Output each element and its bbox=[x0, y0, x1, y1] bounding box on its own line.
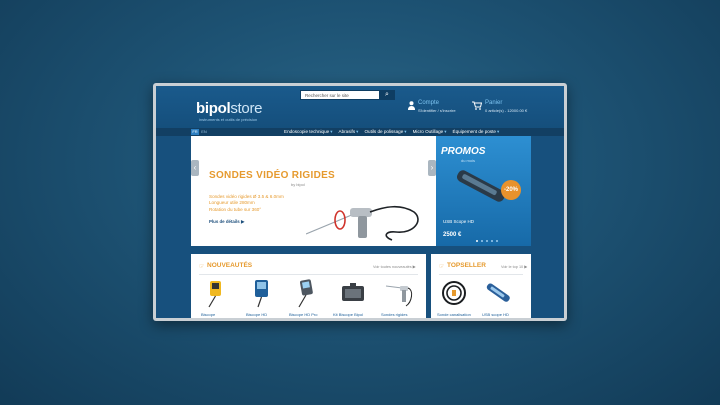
search-button[interactable]: ⌕ bbox=[379, 90, 395, 100]
slide-title: SONDES VIDÉO RIGIDES bbox=[209, 170, 336, 181]
slide-description: Sondes vidéo rigides Ø 3.5 & 6.0mm Longu… bbox=[209, 194, 284, 212]
account-sub[interactable]: S'identifier / s'inscrire bbox=[418, 108, 456, 113]
hand-icon: ☞ bbox=[199, 264, 205, 270]
promo-subtitle: du mois bbox=[461, 158, 476, 163]
hero-slider[interactable]: SONDES VIDÉO RIGIDES by bipol Sondes vid… bbox=[191, 136, 436, 246]
news-see-all-link[interactable]: Voir toutes nouveautés ▶ bbox=[373, 264, 416, 269]
promo-product-name[interactable]: USB Scope HD bbox=[443, 219, 474, 224]
pagination-dot[interactable] bbox=[486, 240, 488, 242]
monitor-frame: Rechercher sur le site ⌕ bipolstore inst… bbox=[153, 83, 567, 321]
divider bbox=[439, 274, 523, 275]
chevron-down-icon: ▾ bbox=[496, 129, 500, 134]
chevron-down-icon: ▾ bbox=[356, 129, 359, 134]
chevron-right-icon: › bbox=[430, 163, 434, 172]
user-icon bbox=[408, 101, 415, 110]
product-label[interactable]: Biscope HD Pro bbox=[289, 312, 317, 317]
product-label[interactable]: Biscope bbox=[201, 312, 215, 317]
product-image[interactable] bbox=[384, 278, 414, 308]
product-image[interactable] bbox=[246, 278, 276, 308]
pagination-dot[interactable] bbox=[476, 240, 478, 242]
news-title: NOUVEAUTÉS bbox=[207, 262, 253, 269]
slide-details-link[interactable]: Plus de détails ▶ bbox=[209, 219, 244, 225]
product-label[interactable]: Sonde canalisation bbox=[437, 312, 471, 317]
pagination-dot[interactable] bbox=[481, 240, 483, 242]
discount-badge: -20% bbox=[501, 180, 521, 200]
nav-endoscopie[interactable]: Endoscopie technique▾ bbox=[281, 128, 336, 136]
chevron-down-icon: ▾ bbox=[444, 129, 447, 134]
nav-equipement[interactable]: Équipement de poste▾ bbox=[450, 128, 503, 136]
main-nav: FR EN Endoscopie technique▾ Abrasifs▾ Ou… bbox=[156, 128, 564, 136]
promo-panel[interactable]: PROMOS du mois -20% USB Scope HD 2500 € bbox=[436, 136, 531, 246]
topseller-see-all-link[interactable]: Voir le top 10 ▶ bbox=[501, 264, 527, 269]
slide-brand: by bipol bbox=[291, 182, 305, 187]
nav-polissage[interactable]: Outils de polissage▾ bbox=[361, 128, 409, 136]
promo-pagination bbox=[476, 240, 498, 242]
product-image[interactable] bbox=[201, 278, 231, 308]
product-image[interactable] bbox=[291, 278, 321, 308]
slider-next-button[interactable]: › bbox=[428, 160, 436, 176]
rigid-probe-image bbox=[306, 205, 419, 241]
site-header: Rechercher sur le site ⌕ bipolstore inst… bbox=[156, 86, 564, 128]
news-panel: ☞ NOUVEAUTÉS Voir toutes nouveautés ▶ Bi… bbox=[191, 254, 426, 318]
promo-price: 2500 € bbox=[443, 232, 462, 238]
website: Rechercher sur le site ⌕ bipolstore inst… bbox=[156, 86, 564, 318]
lang-fr[interactable]: FR bbox=[191, 129, 199, 135]
nav-abrasifs[interactable]: Abrasifs▾ bbox=[336, 128, 362, 136]
topseller-title: TOPSELLER bbox=[447, 262, 486, 269]
search-icon: ⌕ bbox=[385, 91, 389, 98]
product-label[interactable]: Biscope HD bbox=[246, 312, 267, 317]
tagline: instruments et outils de précision bbox=[199, 117, 258, 122]
pagination-dot[interactable] bbox=[496, 240, 498, 242]
hand-icon: ☞ bbox=[439, 264, 445, 270]
lang-en[interactable]: EN bbox=[200, 129, 208, 135]
topseller-panel: ☞ TOPSELLER Voir le top 10 ▶ Sonde canal… bbox=[431, 254, 531, 318]
account-link[interactable]: Compte bbox=[418, 100, 439, 106]
product-image[interactable] bbox=[338, 278, 368, 308]
slider-prev-button[interactable]: ‹ bbox=[191, 160, 199, 176]
divider bbox=[199, 274, 418, 275]
cart-link[interactable]: Panier bbox=[485, 100, 502, 106]
nav-micro-outillage[interactable]: Micro Outillage▾ bbox=[410, 128, 450, 136]
product-image[interactable] bbox=[483, 278, 513, 308]
promo-title: PROMOS bbox=[441, 146, 486, 157]
chevron-down-icon: ▾ bbox=[330, 129, 333, 134]
cart-icon bbox=[472, 101, 482, 110]
cart-summary[interactable]: 0 article(s) - 12000.00 € bbox=[485, 108, 527, 113]
chevron-left-icon: ‹ bbox=[193, 163, 197, 172]
pagination-dot[interactable] bbox=[491, 240, 493, 242]
product-label[interactable]: Sondes rigides bbox=[381, 312, 407, 317]
product-label[interactable]: Kit Biscope Bipol bbox=[333, 312, 363, 317]
product-label[interactable]: USB scope HD bbox=[482, 312, 509, 317]
logo[interactable]: bipolstore bbox=[196, 100, 262, 117]
chevron-down-icon: ▾ bbox=[404, 129, 407, 134]
product-image[interactable] bbox=[439, 278, 469, 308]
